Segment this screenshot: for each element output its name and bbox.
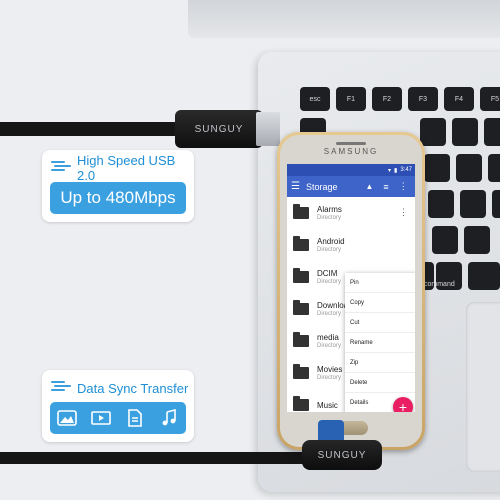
speed-lines-icon xyxy=(50,379,72,398)
file-name: media xyxy=(317,333,339,342)
folder-icon xyxy=(293,332,309,347)
key-label: esc xyxy=(309,95,321,103)
speed-lines-icon xyxy=(50,159,72,178)
key[interactable] xyxy=(468,262,500,290)
file-name: Android xyxy=(317,237,345,246)
add-button[interactable]: + xyxy=(393,397,413,412)
key[interactable] xyxy=(464,226,490,254)
key[interactable] xyxy=(484,118,500,146)
key[interactable] xyxy=(488,154,500,182)
chevron-up-icon[interactable]: ▲ xyxy=(366,182,374,191)
file-name: Music xyxy=(317,400,338,410)
file-list: Alarms Directory ⋮ Android Directory DCIM D… xyxy=(287,197,415,412)
menu-item-pin[interactable]: Pin xyxy=(345,273,415,293)
usb-a-plug: SUNGUY xyxy=(175,110,263,148)
key-f1[interactable]: F1 xyxy=(336,87,366,111)
folder-icon xyxy=(293,364,309,379)
sync-card-title-row: Data Sync Transfer xyxy=(50,377,190,399)
list-item[interactable]: Android Directory xyxy=(287,229,415,261)
speed-card-title: High Speed USB 2.0 xyxy=(77,153,176,183)
key[interactable] xyxy=(452,118,478,146)
key-f2[interactable]: F2 xyxy=(372,87,402,111)
key-esc[interactable]: esc xyxy=(300,87,330,111)
key-f4[interactable]: F4 xyxy=(444,87,474,111)
file-type: Directory xyxy=(317,375,342,381)
more-icon[interactable]: ⋮ xyxy=(399,181,408,192)
speed-card: High Speed USB 2.0 Up to 480Mbps xyxy=(42,150,194,222)
phone-front: SAMSUNG ▾ ▮ 3:47 ☰ Storage ▲ ≡ ⋮ Alarms … xyxy=(280,135,422,447)
usb-a-connector xyxy=(256,112,280,146)
app-title: Storage xyxy=(305,181,338,192)
picture-icon xyxy=(54,407,80,429)
trackpad[interactable] xyxy=(466,302,500,472)
usb-cable xyxy=(0,122,180,136)
key[interactable] xyxy=(424,154,450,182)
context-menu: Pin Copy Cut Rename Zip Delete Details xyxy=(345,273,415,412)
cable-brand: SUNGUY xyxy=(194,123,244,135)
phone-screen: ▾ ▮ 3:47 ☰ Storage ▲ ≡ ⋮ Alarms Directory… xyxy=(287,164,415,412)
file-name: DCIM xyxy=(317,269,338,278)
key-label: command xyxy=(424,280,455,288)
key[interactable] xyxy=(456,154,482,182)
folder-icon xyxy=(293,396,309,411)
phone-brand: SAMSUNG xyxy=(323,147,379,156)
micro-usb-plug: SUNGUY xyxy=(302,440,382,470)
sync-card-title: Data Sync Transfer xyxy=(77,380,189,396)
file-type: Directory xyxy=(317,279,342,285)
file-type: Directory xyxy=(317,343,342,349)
sort-icon[interactable]: ≡ xyxy=(383,182,388,192)
smartphone: SAMSUNG ▾ ▮ 3:47 ☰ Storage ▲ ≡ ⋮ Alarms … xyxy=(277,132,425,450)
battery-icon: ▮ xyxy=(394,167,398,174)
key-label: F3 xyxy=(418,95,428,103)
file-type: Directory xyxy=(317,247,342,253)
file-name: Alarms xyxy=(317,205,342,214)
sync-card: Data Sync Transfer xyxy=(42,370,194,442)
app-bar: ☰ Storage ▲ ≡ ⋮ xyxy=(287,176,415,197)
folder-icon xyxy=(293,204,309,219)
menu-item-cut[interactable]: Cut xyxy=(345,313,415,333)
key-label: F1 xyxy=(346,95,356,103)
key-f3[interactable]: F3 xyxy=(408,87,438,111)
menu-icon[interactable]: ☰ xyxy=(291,181,300,192)
folder-icon xyxy=(293,300,309,315)
menu-item-copy[interactable]: Copy xyxy=(345,293,415,313)
key-label: F2 xyxy=(382,95,392,103)
speed-card-title-row: High Speed USB 2.0 xyxy=(50,153,190,183)
product-scene: esc F1 F2 F3 F4 F5 command SUNGUY High S… xyxy=(0,0,500,500)
status-time: 3:47 xyxy=(400,167,412,173)
folder-icon xyxy=(293,236,309,251)
file-type: Directory xyxy=(317,215,342,221)
menu-item-delete[interactable]: Delete xyxy=(345,373,415,393)
sync-card-band xyxy=(50,402,186,434)
key[interactable] xyxy=(428,190,454,218)
cable-brand: SUNGUY xyxy=(317,449,367,461)
folder-icon xyxy=(293,268,309,283)
earpiece xyxy=(336,142,366,145)
key[interactable] xyxy=(492,190,500,218)
list-item[interactable]: Alarms Directory ⋮ xyxy=(287,197,415,229)
key-f5[interactable]: F5 xyxy=(480,87,500,111)
speed-card-band: Up to 480Mbps xyxy=(50,182,186,214)
laptop-lid xyxy=(188,0,500,38)
status-bar: ▾ ▮ 3:47 xyxy=(287,164,415,176)
key-label: F4 xyxy=(454,95,464,103)
key[interactable] xyxy=(420,118,446,146)
item-menu-icon[interactable]: ⋮ xyxy=(399,207,408,218)
file-name: Movies xyxy=(317,365,343,374)
key[interactable] xyxy=(460,190,486,218)
menu-item-zip[interactable]: Zip xyxy=(345,353,415,373)
wifi-icon: ▾ xyxy=(387,167,391,174)
music-icon xyxy=(156,407,182,429)
document-icon xyxy=(122,407,148,429)
key-label: F5 xyxy=(490,95,500,103)
video-icon xyxy=(88,407,114,429)
micro-usb-cable xyxy=(0,452,310,464)
key[interactable] xyxy=(432,226,458,254)
speed-card-value: Up to 480Mbps xyxy=(60,188,176,207)
menu-item-rename[interactable]: Rename xyxy=(345,333,415,353)
